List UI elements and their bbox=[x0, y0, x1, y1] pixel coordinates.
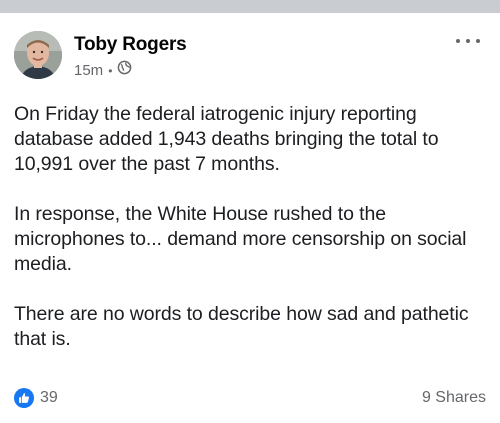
post-header: Toby Rogers 15m • bbox=[14, 31, 187, 81]
more-options-icon[interactable] bbox=[456, 34, 480, 48]
post-subline: 15m • bbox=[74, 60, 187, 81]
more-dot bbox=[456, 39, 460, 43]
post-paragraph: On Friday the federal iatrogenic injury … bbox=[14, 103, 439, 175]
more-dot bbox=[476, 39, 480, 43]
like-icon bbox=[14, 388, 34, 408]
post-paragraph: There are no words to describe how sad a… bbox=[14, 303, 469, 350]
globe-icon[interactable] bbox=[117, 60, 132, 81]
post-footer: 39 9 Shares bbox=[14, 386, 486, 410]
avatar[interactable] bbox=[14, 31, 62, 79]
post-meta: Toby Rogers 15m • bbox=[74, 33, 187, 81]
reaction-count: 39 bbox=[40, 389, 58, 406]
screenshot-frame: Toby Rogers 15m • On Friday the federal … bbox=[0, 0, 500, 423]
top-divider bbox=[0, 0, 500, 13]
author-name[interactable]: Toby Rogers bbox=[74, 33, 187, 57]
shares-count[interactable]: 9 Shares bbox=[422, 389, 486, 407]
separator-dot: • bbox=[108, 63, 113, 78]
post-timestamp[interactable]: 15m bbox=[74, 61, 103, 81]
reactions-summary[interactable]: 39 bbox=[14, 388, 58, 408]
avatar-photo bbox=[14, 31, 62, 79]
more-dot bbox=[466, 39, 470, 43]
post-paragraph: In response, the White House rushed to t… bbox=[14, 203, 467, 275]
facebook-post: Toby Rogers 15m • On Friday the federal … bbox=[0, 13, 500, 423]
post-body: On Friday the federal iatrogenic injury … bbox=[14, 102, 488, 377]
